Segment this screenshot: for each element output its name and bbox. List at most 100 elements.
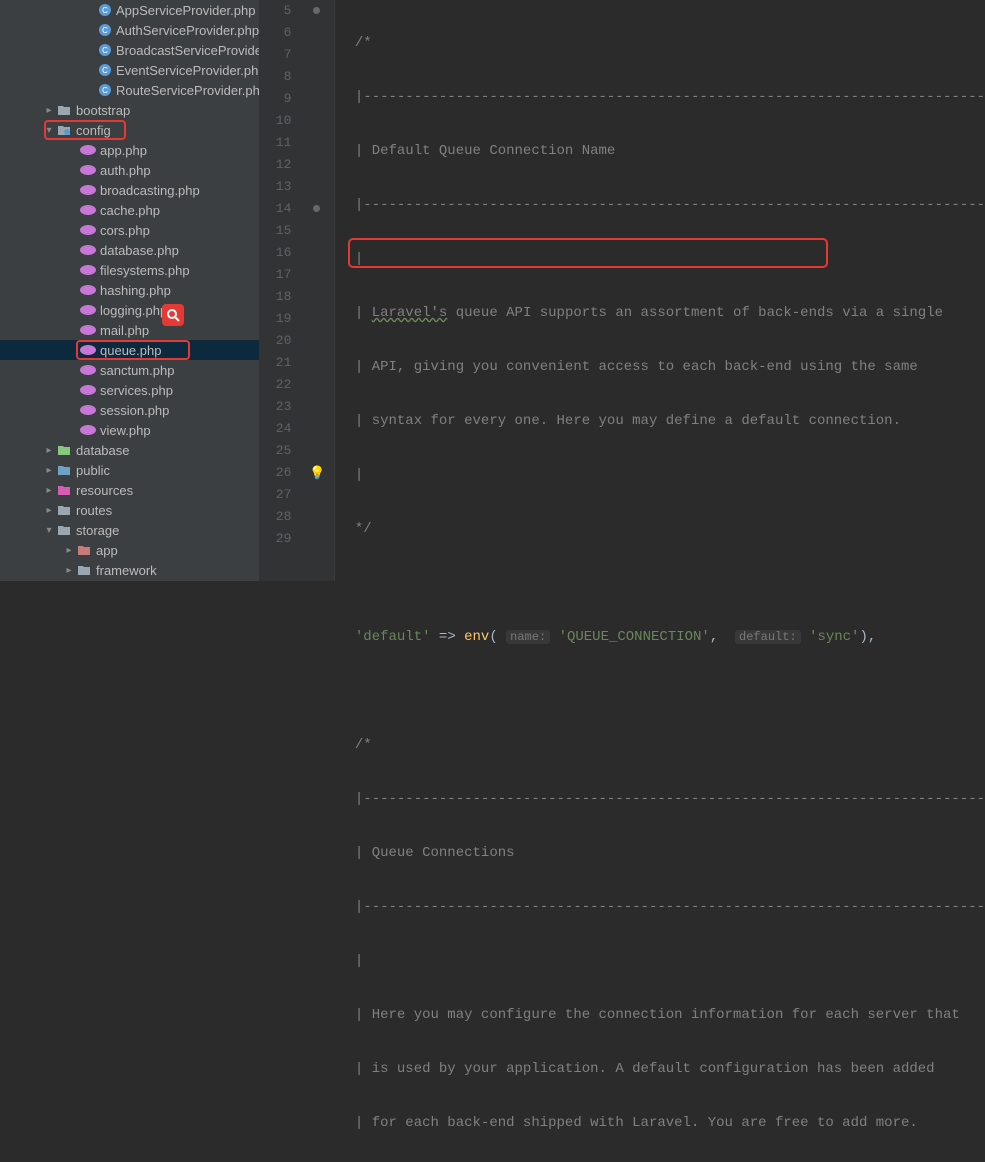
chevron-right-icon: ▸: [42, 465, 56, 476]
line-number: 28: [260, 506, 292, 528]
code-text: Laravel's: [372, 305, 448, 321]
tree-file[interactable]: view.php: [0, 420, 259, 440]
tree-file[interactable]: broadcasting.php: [0, 180, 259, 200]
tree-file[interactable]: database.php: [0, 240, 259, 260]
tree-file[interactable]: auth.php: [0, 160, 259, 180]
tree-label: cors.php: [100, 223, 150, 238]
tree-label: cache.php: [100, 203, 160, 218]
tree-label: view.php: [100, 423, 151, 438]
line-number: 14: [260, 198, 292, 220]
php-class-icon: C: [98, 2, 112, 18]
line-number: 10: [260, 110, 292, 132]
php-file-icon: [80, 422, 96, 438]
fold-marker-icon[interactable]: [313, 7, 320, 14]
parameter-hint: default:: [735, 630, 801, 644]
php-file-icon: [80, 362, 96, 378]
tree-file[interactable]: queue.php: [0, 340, 259, 360]
tree-file[interactable]: C AppServiceProvider.php: [0, 0, 259, 20]
tree-file[interactable]: cache.php: [0, 200, 259, 220]
intention-bulb-icon[interactable]: 💡: [309, 465, 325, 481]
tree-label: AppServiceProvider.php: [116, 3, 255, 18]
tree-file[interactable]: services.php: [0, 380, 259, 400]
tree-label: public: [76, 463, 110, 478]
chevron-right-icon: ▸: [62, 565, 76, 576]
tree-label: database: [76, 443, 130, 458]
tree-label: services.php: [100, 383, 173, 398]
php-file-icon: [80, 282, 96, 298]
line-number: 16: [260, 242, 292, 264]
chevron-right-icon: ▸: [42, 105, 56, 116]
file-tree-sidebar: C AppServiceProvider.php C AuthServiceProv…: [0, 0, 260, 581]
tree-label: mail.php: [100, 323, 149, 338]
tree-file[interactable]: sanctum.php: [0, 360, 259, 380]
php-file-icon: [80, 162, 96, 178]
tree-label: filesystems.php: [100, 263, 190, 278]
parameter-hint: name:: [506, 630, 550, 644]
tree-file[interactable]: hashing.php: [0, 280, 259, 300]
folder-icon: [56, 482, 72, 498]
tree-folder-resources[interactable]: ▸resources: [0, 480, 259, 500]
line-number: 23: [260, 396, 292, 418]
tree-label: sanctum.php: [100, 363, 174, 378]
tree-folder-database[interactable]: ▸database: [0, 440, 259, 460]
tree-file[interactable]: session.php: [0, 400, 259, 420]
tree-file[interactable]: filesystems.php: [0, 260, 259, 280]
tree-file[interactable]: C BroadcastServiceProvider.php: [0, 40, 259, 60]
tree-label: queue.php: [100, 343, 161, 358]
php-file-icon: [80, 182, 96, 198]
code-text: 'QUEUE_CONNECTION': [550, 629, 710, 645]
tree-folder-storage[interactable]: ▾storage: [0, 520, 259, 540]
tree-file[interactable]: CEventServiceProvider.php: [0, 60, 259, 80]
tree-folder-bootstrap[interactable]: ▸bootstrap: [0, 100, 259, 120]
line-number: 18: [260, 286, 292, 308]
line-number: 7: [260, 44, 292, 66]
php-class-icon: C: [98, 22, 112, 38]
php-file-icon: [80, 302, 96, 318]
folder-icon: [56, 502, 72, 518]
tree-file[interactable]: app.php: [0, 140, 259, 160]
tree-file[interactable]: cors.php: [0, 220, 259, 240]
tree-label: hashing.php: [100, 283, 171, 298]
line-number: 6: [260, 22, 292, 44]
tree-folder-storage-app[interactable]: ▸app: [0, 540, 259, 560]
chevron-down-icon: ▾: [42, 525, 56, 536]
code-text: /*: [355, 737, 372, 753]
code-editor[interactable]: 5678910111213141516171819202122232425262…: [260, 0, 985, 581]
tree-file[interactable]: mail.php: [0, 320, 259, 340]
tree-folder-storage-framework[interactable]: ▸framework: [0, 560, 259, 580]
fold-marker-icon[interactable]: [313, 205, 320, 212]
code-text: |: [355, 467, 363, 483]
line-number: 17: [260, 264, 292, 286]
svg-text:C: C: [102, 46, 108, 55]
line-number: 29: [260, 528, 292, 550]
code-content[interactable]: /* |------------------------------------…: [335, 0, 985, 581]
code-text: env: [464, 629, 489, 645]
tree-folder-routes[interactable]: ▸routes: [0, 500, 259, 520]
code-text: queue API supports an assortment of back…: [447, 305, 943, 321]
tree-file[interactable]: logging.php: [0, 300, 259, 320]
line-number: 19: [260, 308, 292, 330]
tree-folder-public[interactable]: ▸ public: [0, 460, 259, 480]
code-text: | Queue Connections: [355, 845, 515, 861]
tree-label: BroadcastServiceProvider.php: [116, 43, 260, 58]
editor-gutter: 5678910111213141516171819202122232425262…: [260, 0, 335, 581]
code-text: |: [355, 251, 363, 267]
line-number: 8: [260, 66, 292, 88]
line-number: 25: [260, 440, 292, 462]
tree-label: auth.php: [100, 163, 151, 178]
line-number: 20: [260, 330, 292, 352]
code-text: ),: [859, 629, 876, 645]
tree-file[interactable]: C AuthServiceProvider.php: [0, 20, 259, 40]
svg-text:C: C: [102, 66, 108, 75]
code-text: =>: [431, 629, 465, 645]
tree-folder-config[interactable]: ▾ config: [0, 120, 259, 140]
folder-icon: [56, 102, 72, 118]
magnifier-badge-icon: [162, 304, 184, 326]
line-number: 5: [260, 0, 292, 22]
folder-icon: [56, 522, 72, 538]
tree-file[interactable]: CRouteServiceProvider.php: [0, 80, 259, 100]
tree-label: AuthServiceProvider.php: [116, 23, 259, 38]
tree-label: RouteServiceProvider.php: [116, 83, 260, 98]
php-file-icon: [80, 242, 96, 258]
code-text: 'sync': [801, 629, 860, 645]
